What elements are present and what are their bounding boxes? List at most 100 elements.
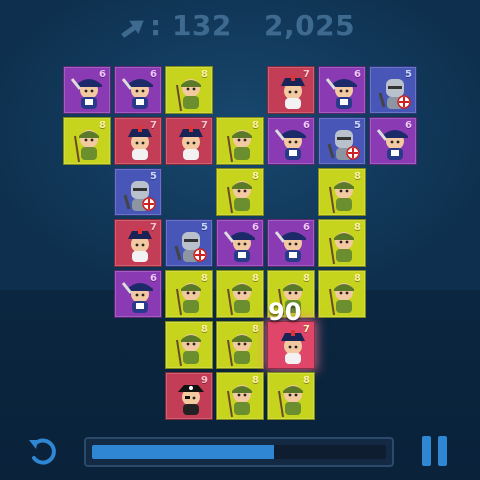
board-tile-officer[interactable]: 7 [267, 321, 315, 369]
officer-icon [179, 126, 203, 160]
board-tile-musketeer[interactable]: 6 [114, 270, 162, 318]
tile-value: 8 [201, 69, 208, 80]
tile-value: 8 [354, 222, 361, 233]
musketeer-icon [376, 129, 408, 160]
musketeer-icon [121, 78, 153, 109]
board-tile-soldier[interactable]: 8 [165, 321, 213, 369]
knight-icon [123, 181, 156, 211]
soldier-icon [176, 334, 201, 367]
board-tile-knight[interactable]: 5 [114, 168, 162, 216]
tile-value: 8 [99, 120, 106, 131]
soldier-icon [227, 130, 252, 163]
board-tile-soldier[interactable]: 8 [318, 270, 366, 318]
board-tile-musketeer[interactable]: 6 [216, 219, 264, 267]
soldier-icon [227, 334, 252, 367]
board-tile-musketeer[interactable]: 6 [63, 66, 111, 114]
tile-value: 8 [252, 120, 259, 131]
tile-value: 6 [150, 273, 157, 284]
soldier-icon [227, 181, 252, 214]
board-tile-knight[interactable]: 5 [369, 66, 417, 114]
officer-icon [281, 75, 305, 109]
board-tile-soldier[interactable]: 8 [63, 117, 111, 165]
musketeer-icon [223, 231, 255, 262]
board-tile-musketeer[interactable]: 6 [318, 66, 366, 114]
board-tile-soldier[interactable]: 8 [216, 270, 264, 318]
tile-value: 8 [252, 171, 259, 182]
board-tile-knight[interactable]: 5 [165, 219, 213, 267]
tile-value: 8 [252, 273, 259, 284]
tile-value: 5 [201, 222, 208, 233]
soldier-icon [329, 181, 354, 214]
tile-value: 6 [303, 222, 310, 233]
undo-button[interactable] [26, 434, 62, 470]
soldier-icon [329, 232, 354, 265]
board-tile-soldier[interactable]: 8 [216, 168, 264, 216]
knight-icon [378, 79, 411, 109]
musketeer-icon [70, 78, 102, 109]
tile-value: 5 [150, 171, 157, 182]
board-tile-officer[interactable]: 7 [114, 219, 162, 267]
progress-fill [92, 445, 275, 459]
officer-icon [128, 228, 152, 262]
board-tile-soldier[interactable]: 8 [165, 66, 213, 114]
tile-value: 7 [303, 69, 310, 80]
tile-value: 8 [354, 273, 361, 284]
board-tile-musketeer[interactable]: 6 [267, 219, 315, 267]
soldier-icon [176, 283, 201, 316]
pause-bar-right [438, 436, 447, 466]
soldier-icon [176, 79, 201, 112]
board-tile-soldier[interactable]: 8 [216, 321, 264, 369]
tile-value: 7 [303, 324, 310, 335]
pause-bar-left [422, 436, 431, 466]
pirate-icon [178, 385, 204, 415]
soldier-icon [227, 385, 252, 418]
board-tile-officer[interactable]: 7 [165, 117, 213, 165]
musketeer-icon [274, 129, 306, 160]
board-tile-soldier[interactable]: 8 [216, 117, 264, 165]
board-tile-musketeer[interactable]: 6 [267, 117, 315, 165]
floating-score-popup: 90 [268, 298, 302, 326]
game-board: 6 6 8 7 6 5 8 7 7 8 6 5 6 5 8 8 7 5 6 6 8 6 8 8 8 8 8 8 7 9 8 8 [0, 0, 480, 480]
musketeer-icon [121, 282, 153, 313]
tile-value: 7 [201, 120, 208, 131]
tile-value: 5 [354, 120, 361, 131]
tile-value: 9 [201, 375, 208, 386]
tile-value: 8 [303, 375, 310, 386]
pause-button[interactable] [420, 436, 450, 466]
tile-value: 8 [252, 375, 259, 386]
tile-value: 6 [405, 120, 412, 131]
board-tile-soldier[interactable]: 8 [216, 372, 264, 420]
board-tile-pirate[interactable]: 9 [165, 372, 213, 420]
tile-value: 8 [201, 324, 208, 335]
musketeer-icon [274, 231, 306, 262]
board-tile-musketeer[interactable]: 6 [114, 66, 162, 114]
tile-value: 6 [150, 69, 157, 80]
board-tile-officer[interactable]: 7 [114, 117, 162, 165]
soldier-icon [329, 283, 354, 316]
tile-value: 7 [150, 222, 157, 233]
board-tile-soldier[interactable]: 8 [267, 372, 315, 420]
level-progress-bar [84, 437, 394, 467]
tile-value: 6 [252, 222, 259, 233]
knight-icon [327, 130, 360, 160]
officer-icon [128, 126, 152, 160]
tile-value: 6 [354, 69, 361, 80]
board-tile-soldier[interactable]: 8 [318, 168, 366, 216]
soldier-icon [278, 385, 303, 418]
knight-icon [174, 232, 207, 262]
tile-value: 6 [303, 120, 310, 131]
board-tile-officer[interactable]: 7 [267, 66, 315, 114]
board-tile-musketeer[interactable]: 6 [369, 117, 417, 165]
tile-value: 8 [303, 273, 310, 284]
tile-value: 6 [99, 69, 106, 80]
board-tile-knight[interactable]: 5 [318, 117, 366, 165]
tile-value: 5 [405, 69, 412, 80]
board-tile-soldier[interactable]: 8 [318, 219, 366, 267]
soldier-icon [74, 130, 99, 163]
board-tile-soldier[interactable]: 8 [165, 270, 213, 318]
tile-value: 8 [201, 273, 208, 284]
officer-icon [281, 330, 305, 364]
musketeer-icon [325, 78, 357, 109]
soldier-icon [227, 283, 252, 316]
tile-value: 8 [252, 324, 259, 335]
